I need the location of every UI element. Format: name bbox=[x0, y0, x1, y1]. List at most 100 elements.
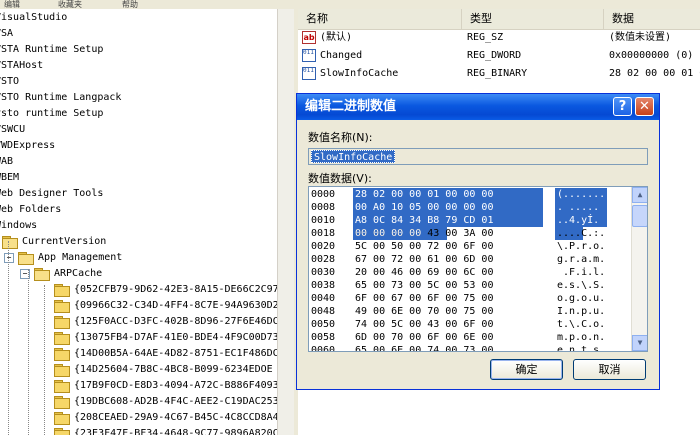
menu-edit[interactable]: 编辑 bbox=[4, 0, 20, 9]
tree-item-label: WBEM bbox=[0, 172, 20, 183]
hex-ascii: m.p.o.n. bbox=[557, 332, 606, 343]
menu-favorites[interactable]: 收藏夹 bbox=[58, 0, 82, 9]
hex-address: 0010 bbox=[311, 215, 336, 226]
column-header-type[interactable]: 类型 bbox=[462, 9, 604, 29]
help-button[interactable]: ? bbox=[613, 97, 632, 116]
folder-icon bbox=[54, 428, 70, 435]
hex-bytes: A8 0C 84 34 B8 79 CD 01 bbox=[355, 215, 494, 226]
hex-ascii: e.s.\.S. bbox=[557, 280, 606, 291]
hex-line: 0060 65 00 6E 00 74 00 73 00 e.n.t.s. bbox=[309, 344, 629, 352]
hex-line: 0020 5C 00 50 00 72 00 6F 00 \.P.r.o. bbox=[309, 240, 629, 253]
dialog-title[interactable]: 编辑二进制数值 bbox=[297, 94, 659, 120]
hex-line: 0030 20 00 46 00 69 00 6C 00 .F.i.l. bbox=[309, 266, 629, 279]
folder-icon bbox=[54, 348, 70, 361]
value-type: REG_SZ bbox=[467, 32, 504, 43]
hex-address: 0050 bbox=[311, 319, 336, 330]
tree-item-label: {052CFB79-9D62-42E3-8A15-DE66C2C97 bbox=[74, 284, 277, 295]
folder-icon bbox=[34, 268, 50, 281]
hex-bytes: 20 00 46 00 69 00 6C 00 bbox=[355, 267, 494, 278]
tree-item-label: VSTAHost bbox=[0, 60, 44, 71]
value-data-label: 数值数据(V): bbox=[308, 172, 372, 185]
hex-address: 0030 bbox=[311, 267, 336, 278]
hex-bytes: 65 00 73 00 5C 00 53 00 bbox=[355, 280, 494, 291]
folder-icon bbox=[54, 380, 70, 393]
menu-bar: 编辑 收藏夹 帮助 bbox=[0, 0, 700, 9]
hex-address: 0038 bbox=[311, 280, 336, 291]
hex-bytes: 5C 00 50 00 72 00 6F 00 bbox=[355, 241, 494, 252]
hex-ascii: o.g.o.u. bbox=[557, 293, 606, 304]
folder-icon bbox=[54, 300, 70, 313]
column-header-data[interactable]: 数据 bbox=[604, 9, 700, 29]
tree-item-label: VSTA Runtime Setup bbox=[0, 44, 104, 55]
hex-bytes: 6D 00 70 00 6F 00 6E 00 bbox=[355, 332, 494, 343]
hex-bytes: 49 00 6E 00 70 00 75 00 bbox=[355, 306, 494, 317]
hex-ascii: e.n.t.s. bbox=[557, 345, 606, 352]
hex-address: 0060 bbox=[311, 345, 336, 352]
hex-ascii: ....C.:. bbox=[557, 228, 606, 239]
value-row[interactable]: 011 110 101 Changed REG_DWORD 0x00000000 (0… bbox=[298, 47, 700, 65]
value-data: (数值未设置) bbox=[609, 32, 672, 43]
value-name-text: SlowInfoCache bbox=[311, 150, 396, 163]
folder-icon bbox=[54, 412, 70, 425]
hex-line: 0050 74 00 5C 00 43 00 6F 00 t.\.C.o. bbox=[309, 318, 629, 331]
hex-editor-scrollbar[interactable]: ▲ ▼ bbox=[631, 187, 647, 351]
hex-bytes: 67 00 72 00 61 00 6D 00 bbox=[355, 254, 494, 265]
tree-item-label: Windows bbox=[0, 220, 38, 231]
binary-value-icon: 011 110 101 bbox=[302, 49, 316, 62]
tree-connector bbox=[44, 285, 45, 435]
collapse-icon[interactable]: − bbox=[4, 253, 14, 263]
close-button[interactable]: ✕ bbox=[635, 97, 654, 116]
list-header: 名称 类型 数据 bbox=[298, 9, 700, 30]
hex-line: 0018 00 00 00 00 43 00 3A 00 00 00 00 00..… bbox=[309, 227, 629, 240]
hex-ascii: (....... bbox=[557, 189, 606, 200]
tree-item-label: VWDExpress bbox=[0, 140, 56, 151]
folder-icon bbox=[54, 284, 70, 297]
hex-bytes-selected: 00 00 00 00 bbox=[355, 228, 422, 239]
hex-address: 0018 bbox=[311, 228, 336, 239]
scroll-thumb[interactable] bbox=[632, 205, 647, 227]
hex-ascii: I.n.p.u. bbox=[557, 306, 606, 317]
hex-line: 0010 A8 0C 84 34 B8 79 CD 01 ..4.yÍ. bbox=[309, 214, 629, 227]
hex-line: 0058 6D 00 70 00 6F 00 6E 00 m.p.o.n. bbox=[309, 331, 629, 344]
hex-ascii: .F.i.l. bbox=[557, 267, 606, 278]
value-row[interactable]: ab (默认) REG_SZ (数值未设置) bbox=[298, 29, 700, 47]
value-name-field[interactable]: SlowInfoCache bbox=[308, 148, 648, 165]
hex-line: 0038 65 00 73 00 5C 00 53 00 e.s.\.S. bbox=[309, 279, 629, 292]
cancel-button[interactable]: 取消 bbox=[573, 359, 646, 380]
tree-item-label: App Management bbox=[38, 252, 123, 263]
scroll-up-icon[interactable]: ▲ bbox=[632, 187, 647, 203]
hex-address: 0040 bbox=[311, 293, 336, 304]
value-data: 28 02 00 00 01 0 bbox=[609, 68, 700, 79]
hex-ascii: . ..... bbox=[557, 202, 600, 213]
hex-address: 0048 bbox=[311, 306, 336, 317]
hex-address: 0058 bbox=[311, 332, 336, 343]
folder-icon bbox=[2, 236, 18, 249]
ok-button[interactable]: 确定 bbox=[490, 359, 563, 380]
tree-item-label: {13075FB4-D7AF-41E0-BDE4-4F9C00D73 bbox=[74, 332, 277, 343]
value-row[interactable]: 011 110 101 SlowInfoCache REG_BINARY 28 02 … bbox=[298, 65, 700, 83]
menu-help[interactable]: 帮助 bbox=[122, 0, 138, 9]
hex-address: 0008 bbox=[311, 202, 336, 213]
tree-item-label: VSWCU bbox=[0, 124, 26, 135]
tree-scrollbar[interactable] bbox=[277, 9, 295, 435]
tree-item-label: Web Folders bbox=[0, 204, 62, 215]
value-type: REG_BINARY bbox=[467, 68, 528, 79]
tree-item-label: {23E3F47F-BF34-4648-9C77-9896A820C bbox=[74, 428, 277, 435]
string-value-icon: ab bbox=[302, 31, 316, 44]
tree-item-label: {125F0ACC-D3FC-402B-8D96-27F6E46DC bbox=[74, 316, 277, 327]
folder-icon bbox=[54, 316, 70, 329]
hex-bytes: 74 00 5C 00 43 00 6F 00 bbox=[355, 319, 494, 330]
tree-connector bbox=[8, 241, 9, 435]
scroll-down-icon[interactable]: ▼ bbox=[632, 335, 647, 351]
hex-line: 0040 6F 00 67 00 6F 00 75 00 o.g.o.u. bbox=[309, 292, 629, 305]
registry-key-tree: VisualStudio VSA VSTA Runtime Setup VSTAHos… bbox=[0, 9, 277, 435]
folder-icon bbox=[54, 332, 70, 345]
hex-editor[interactable]: 0000 28 02 00 00 01 00 00 00 (....... 0008 0… bbox=[308, 186, 648, 352]
tree-item-label: {14D25604-7B8C-4BC8-B099-6234EDOE bbox=[74, 364, 273, 375]
hex-ascii: \.P.r.o. bbox=[557, 241, 606, 252]
edit-binary-value-dialog: 编辑二进制数值 ? ✕ 数值名称(N): SlowInfoCache 数值数据(… bbox=[296, 93, 660, 390]
tree-item-label: CurrentVersion bbox=[22, 236, 107, 247]
tree-item-label: ARPCache bbox=[54, 268, 103, 279]
value-name: Changed bbox=[320, 50, 363, 61]
column-header-name[interactable]: 名称 bbox=[298, 9, 462, 29]
